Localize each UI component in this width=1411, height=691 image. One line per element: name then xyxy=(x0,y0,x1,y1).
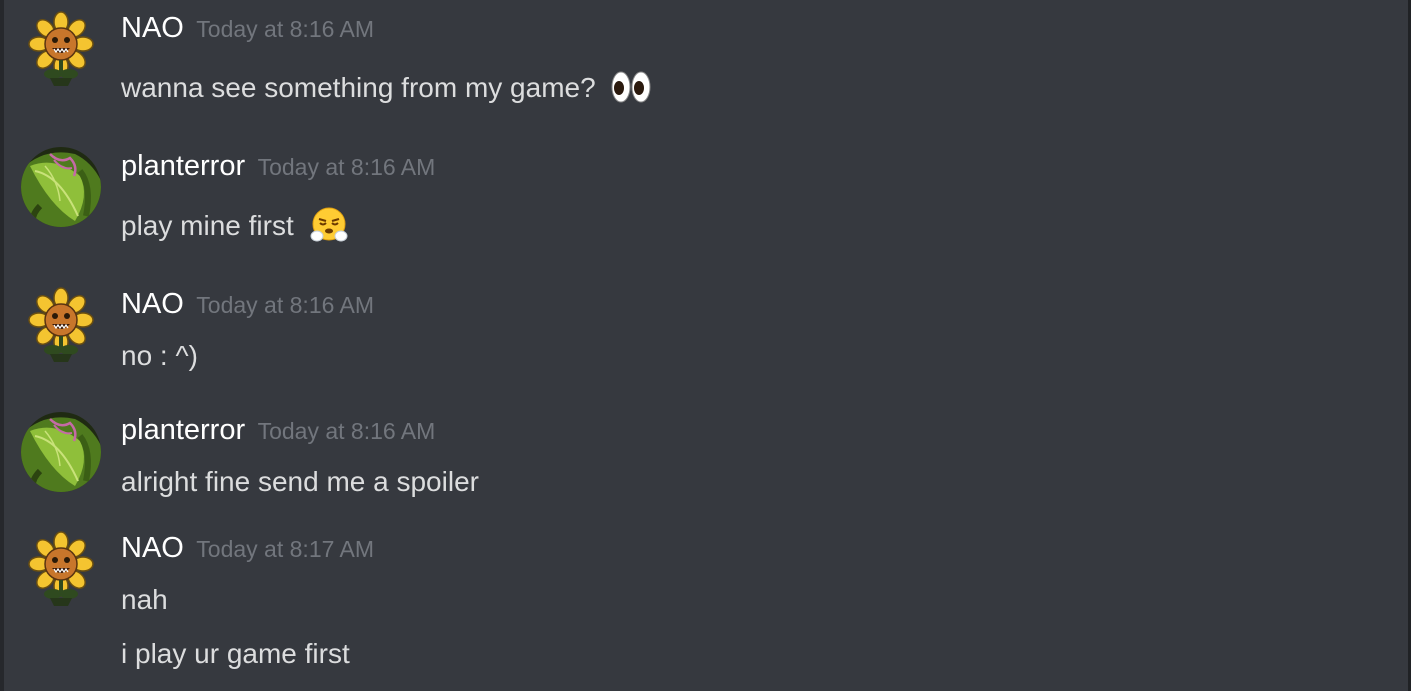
message-header: NAO Today at 8:16 AM xyxy=(121,12,374,48)
username[interactable]: planterror xyxy=(121,150,245,182)
message-text: no : ^) xyxy=(121,338,198,374)
username[interactable]: planterror xyxy=(121,414,245,446)
message-text: wanna see something from my game? xyxy=(121,70,651,107)
timestamp: Today at 8:16 AM xyxy=(257,418,436,444)
timestamp: Today at 8:16 AM xyxy=(257,154,436,180)
message-text: alright fine send me a spoiler xyxy=(121,464,479,500)
message-content: no : ^) xyxy=(121,340,198,371)
message-header: planterror Today at 8:16 AM xyxy=(121,414,435,450)
sunflower-avatar-icon[interactable] xyxy=(20,286,102,368)
message-header: NAO Today at 8:16 AM xyxy=(121,288,374,324)
message-text: play mine first xyxy=(121,207,348,247)
timestamp: Today at 8:16 AM xyxy=(196,16,375,42)
message-content: play mine first xyxy=(121,210,294,241)
steam-face-emoji xyxy=(310,207,347,242)
message-content: alright fine send me a spoiler xyxy=(121,466,479,497)
plant-avatar-icon[interactable] xyxy=(20,411,102,493)
timestamp: Today at 8:17 AM xyxy=(196,536,375,562)
username[interactable]: NAO xyxy=(121,12,184,44)
eyes-emoji xyxy=(611,71,651,103)
message-content: nah xyxy=(121,584,168,615)
username[interactable]: NAO xyxy=(121,532,184,564)
username[interactable]: NAO xyxy=(121,288,184,320)
message-text: i play ur game first xyxy=(121,636,350,672)
plant-avatar-icon[interactable] xyxy=(20,146,102,228)
message-header: planterror Today at 8:16 AM xyxy=(121,150,435,186)
sunflower-avatar-icon[interactable] xyxy=(20,10,102,92)
timestamp: Today at 8:16 AM xyxy=(196,292,375,318)
sunflower-avatar-icon[interactable] xyxy=(20,530,102,612)
message-header: NAO Today at 8:17 AM xyxy=(121,532,374,568)
message-content: i play ur game first xyxy=(121,638,350,669)
chat-messages: NAO Today at 8:16 AM wanna see something… xyxy=(4,0,1408,691)
message-content: wanna see something from my game? xyxy=(121,72,596,103)
message-text: nah xyxy=(121,582,168,618)
